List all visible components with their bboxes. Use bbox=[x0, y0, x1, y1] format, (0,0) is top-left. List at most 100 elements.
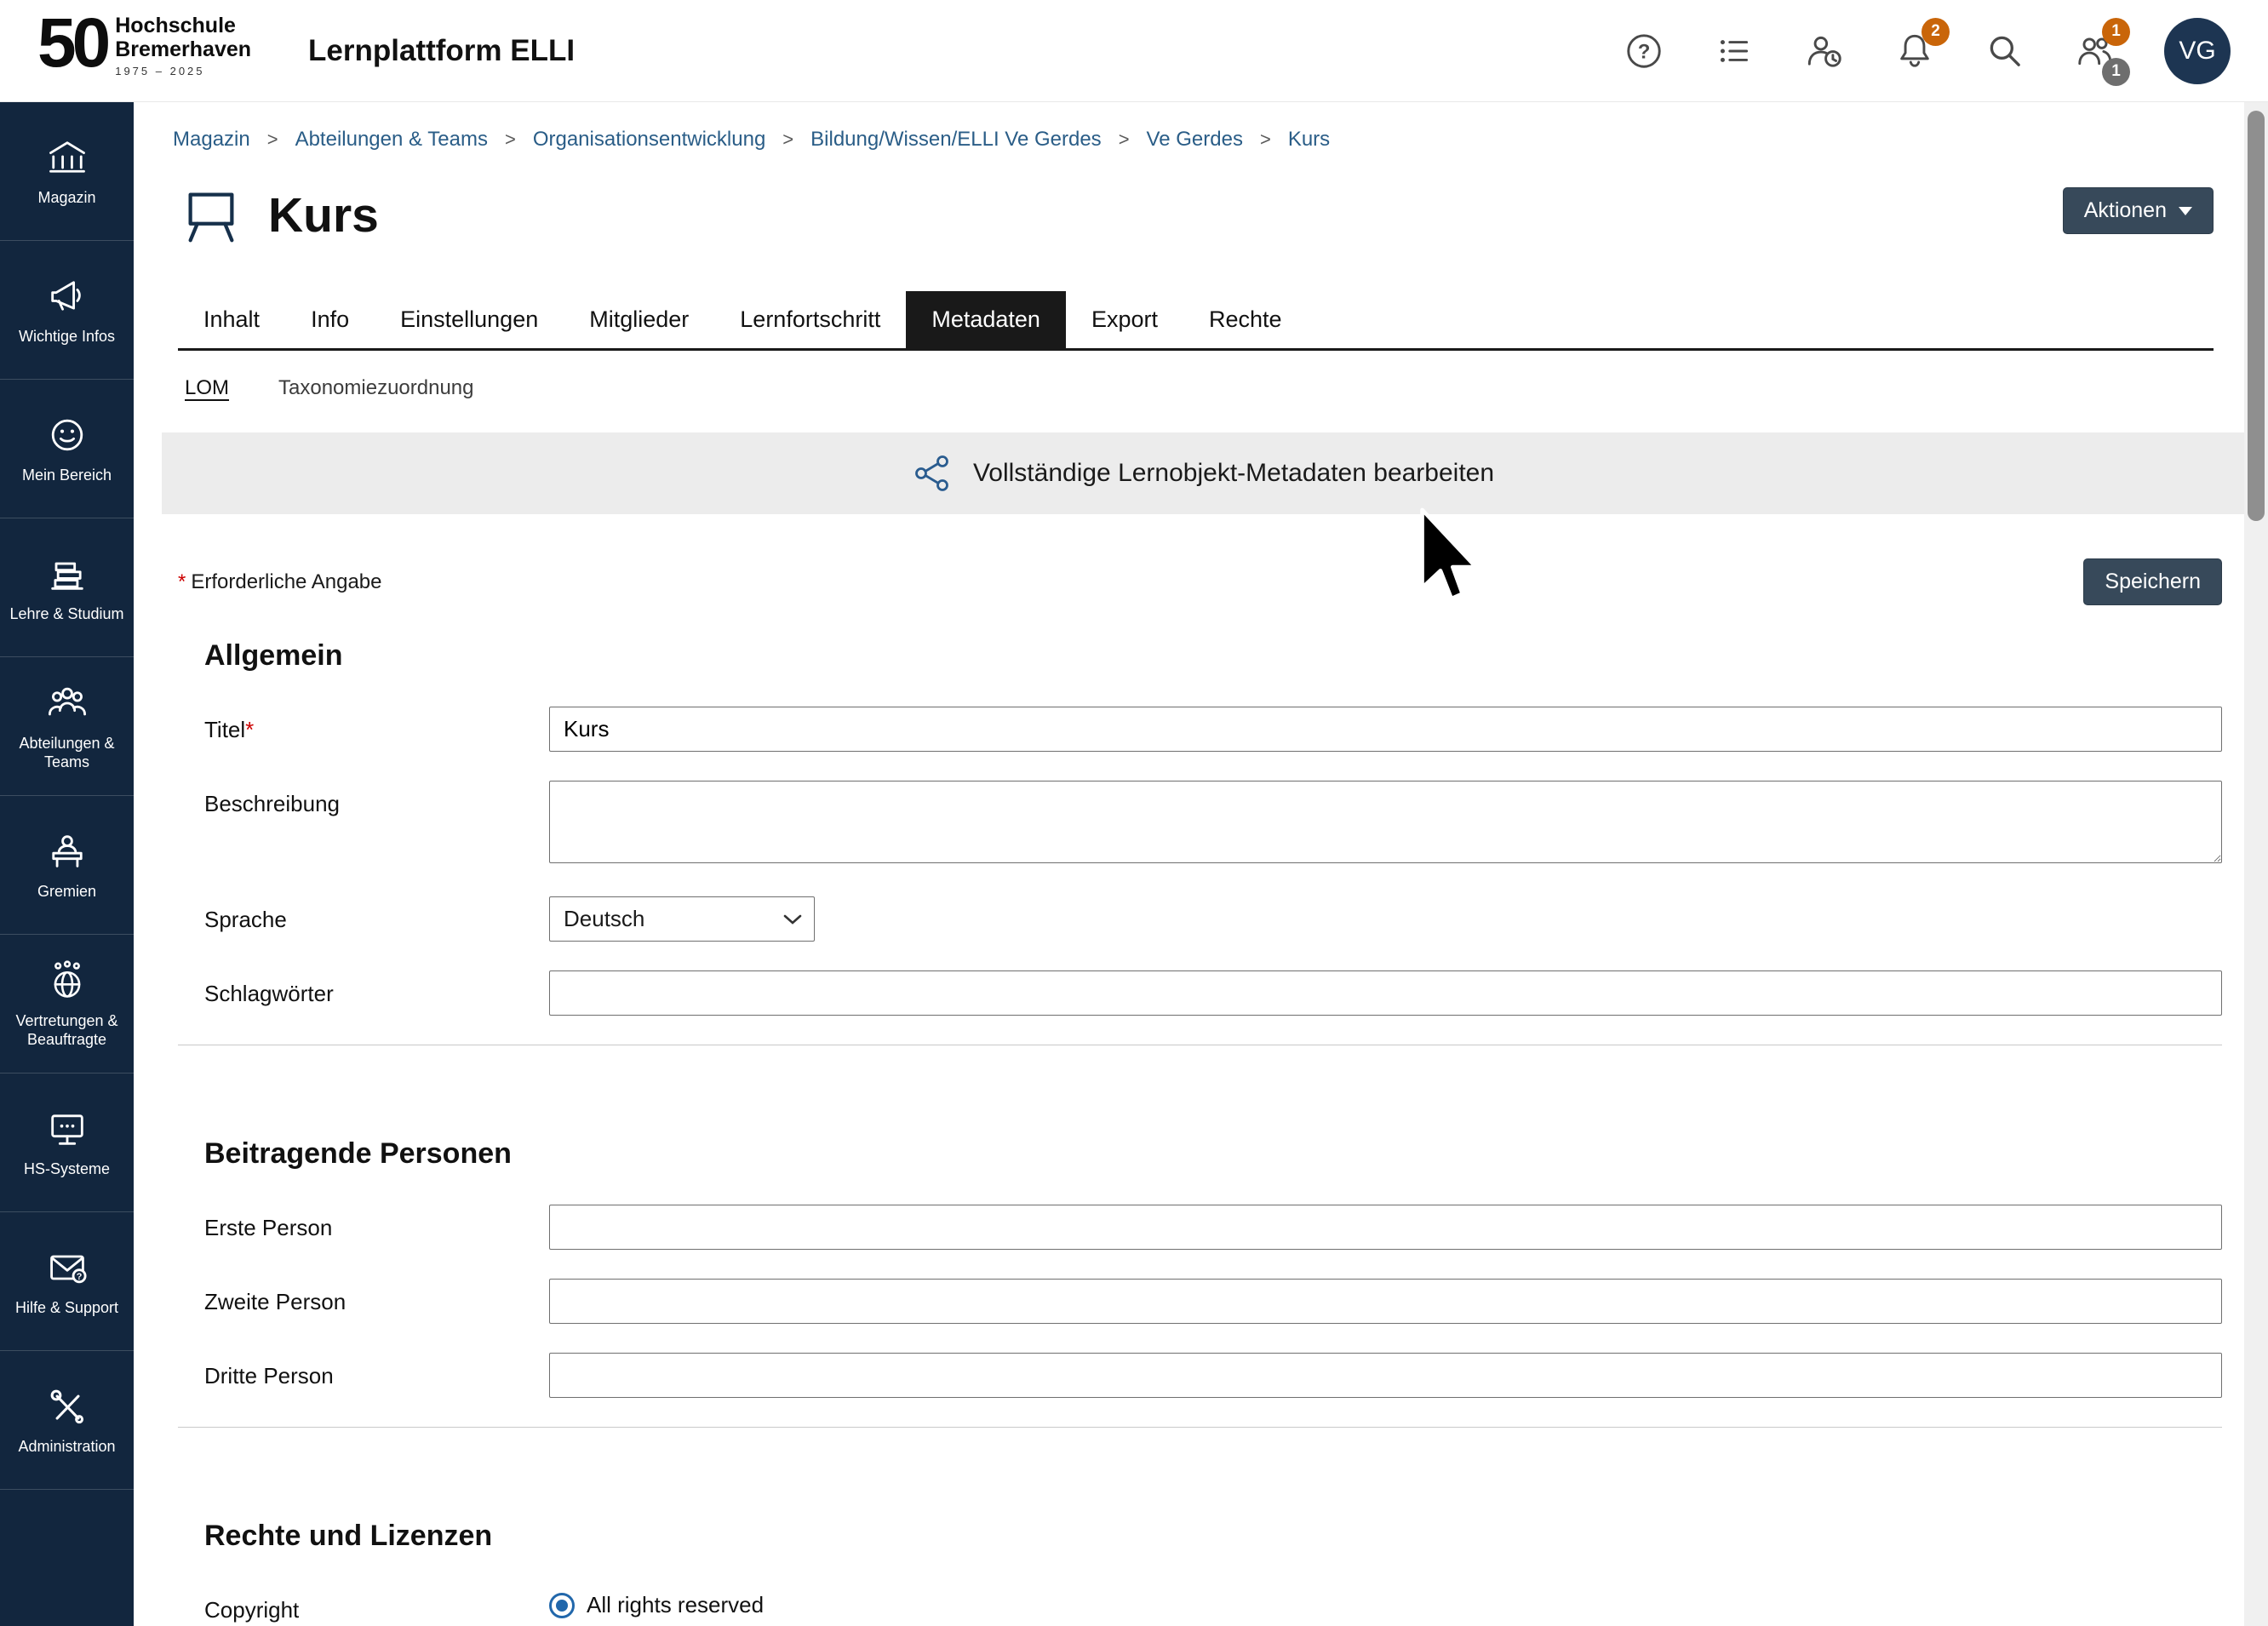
sidebar-item-label: Magazin bbox=[33, 188, 100, 208]
breadcrumb-item[interactable]: Bildung/Wissen/ELLI Ve Gerdes bbox=[810, 128, 1102, 152]
breadcrumb-separator: > bbox=[1260, 129, 1271, 151]
tab-export[interactable]: Export bbox=[1066, 291, 1183, 348]
user-clock-icon[interactable] bbox=[1803, 30, 1846, 72]
sidebar-item-label: Gremien bbox=[33, 882, 100, 902]
sidebar-item-gremien[interactable]: Gremien bbox=[0, 796, 134, 935]
sidebar-item-magazin[interactable]: Magazin bbox=[0, 102, 134, 241]
sidebar-item-label: Abteilungen & Teams bbox=[0, 734, 134, 772]
sidebar-item-label: Vertretungen & Beauftragte bbox=[0, 1011, 134, 1050]
beschreibung-textarea[interactable] bbox=[549, 781, 2222, 863]
hochschule-bremerhaven-logo[interactable]: 50 Hochschule Bremerhaven 1975 – 2025 bbox=[37, 9, 251, 78]
logo-years: 1975 – 2025 bbox=[115, 66, 251, 78]
sidebar-item-vertretungen-beauftragte[interactable]: Vertretungen & Beauftragte bbox=[0, 935, 134, 1074]
sidebar-item-hilfe-support[interactable]: ? Hilfe & Support bbox=[0, 1212, 134, 1351]
erste-person-input[interactable] bbox=[549, 1205, 2222, 1250]
tab-rechte[interactable]: Rechte bbox=[1183, 291, 1308, 348]
books-icon bbox=[45, 552, 89, 596]
course-board-icon bbox=[178, 182, 244, 249]
zweite-person-input[interactable] bbox=[549, 1279, 2222, 1324]
subtab-bar: LOM Taxonomiezuordnung bbox=[185, 376, 2244, 400]
notifications-badge: 2 bbox=[1922, 18, 1950, 46]
tab-lernfortschritt[interactable]: Lernfortschritt bbox=[714, 291, 906, 348]
form-row-dritte-person: Dritte Person bbox=[204, 1353, 2244, 1398]
titel-label: Titel* bbox=[204, 707, 549, 743]
section-heading-allgemein: Allgemein bbox=[204, 639, 2244, 673]
contacts-icon[interactable]: 1 1 bbox=[2074, 30, 2116, 72]
bank-icon bbox=[45, 135, 89, 180]
logo-name-line1: Hochschule bbox=[115, 14, 251, 37]
form-row-schlagwoerter: Schlagwörter bbox=[204, 970, 2244, 1016]
menu-list-icon[interactable] bbox=[1713, 30, 1755, 72]
search-icon[interactable] bbox=[1984, 30, 2026, 72]
tab-info[interactable]: Info bbox=[285, 291, 375, 348]
breadcrumb: Magazin > Abteilungen & Teams > Organisa… bbox=[173, 128, 2244, 152]
globe-icon bbox=[45, 959, 89, 1003]
breadcrumb-separator: > bbox=[267, 129, 278, 151]
chevron-down-icon bbox=[783, 913, 802, 925]
tab-metadaten[interactable]: Metadaten bbox=[906, 291, 1066, 348]
sidebar-item-hs-systeme[interactable]: HS-Systeme bbox=[0, 1074, 134, 1212]
header-icon-bar: ? bbox=[1623, 0, 2231, 101]
tab-mitglieder[interactable]: Mitglieder bbox=[564, 291, 714, 348]
app-title: Lernplattform ELLI bbox=[308, 34, 575, 68]
actions-button[interactable]: Aktionen bbox=[2063, 187, 2214, 234]
erste-person-label: Erste Person bbox=[204, 1205, 549, 1241]
help-icon[interactable]: ? bbox=[1623, 30, 1665, 72]
logo-text: Hochschule Bremerhaven 1975 – 2025 bbox=[115, 9, 251, 78]
top-header: 50 Hochschule Bremerhaven 1975 – 2025 Le… bbox=[0, 0, 2268, 102]
form-row-zweite-person: Zweite Person bbox=[204, 1279, 2244, 1324]
save-button[interactable]: Speichern bbox=[2083, 558, 2222, 605]
tab-bar: Inhalt Info Einstellungen Mitglieder Ler… bbox=[178, 291, 2214, 351]
page-title: Kurs bbox=[268, 187, 379, 243]
tab-einstellungen[interactable]: Einstellungen bbox=[375, 291, 564, 348]
sidebar: Magazin Wichtige Infos Me bbox=[0, 102, 134, 1626]
sidebar-item-wichtige-infos[interactable]: Wichtige Infos bbox=[0, 241, 134, 380]
metadata-banner-label: Vollständige Lernobjekt-Metadaten bearbe… bbox=[973, 459, 1494, 488]
sidebar-item-lehre-studium[interactable]: Lehre & Studium bbox=[0, 518, 134, 657]
breadcrumb-item[interactable]: Abteilungen & Teams bbox=[295, 128, 488, 152]
dritte-person-input[interactable] bbox=[549, 1353, 2222, 1398]
people-icon bbox=[45, 681, 89, 725]
sidebar-item-label: Hilfe & Support bbox=[11, 1298, 123, 1318]
required-note-text: Erforderliche Angabe bbox=[191, 570, 381, 593]
schlagwoerter-input[interactable] bbox=[549, 970, 2222, 1016]
subtab-taxonomiezuordnung[interactable]: Taxonomiezuordnung bbox=[278, 376, 474, 400]
metadata-banner-link[interactable]: Vollständige Lernobjekt-Metadaten bearbe… bbox=[162, 432, 2244, 514]
mail-icon: ? bbox=[45, 1245, 89, 1290]
sidebar-item-label: HS-Systeme bbox=[20, 1159, 114, 1179]
smiley-icon bbox=[45, 413, 89, 457]
sidebar-item-mein-bereich[interactable]: Mein Bereich bbox=[0, 380, 134, 518]
breadcrumb-item[interactable]: Organisationsentwicklung bbox=[533, 128, 765, 152]
sidebar-item-administration[interactable]: Administration bbox=[0, 1351, 134, 1490]
beschreibung-label: Beschreibung bbox=[204, 781, 549, 817]
tab-inhalt[interactable]: Inhalt bbox=[178, 291, 285, 348]
section-heading-rechte: Rechte und Lizenzen bbox=[204, 1520, 2244, 1553]
sidebar-item-abteilungen-teams[interactable]: Abteilungen & Teams bbox=[0, 657, 134, 796]
zweite-person-label: Zweite Person bbox=[204, 1279, 549, 1315]
form-row-erste-person: Erste Person bbox=[204, 1205, 2244, 1250]
subtab-lom[interactable]: LOM bbox=[185, 376, 229, 400]
breadcrumb-item[interactable]: Magazin bbox=[173, 128, 250, 152]
breadcrumb-item[interactable]: Ve Gerdes bbox=[1147, 128, 1243, 152]
sidebar-item-label: Administration bbox=[14, 1437, 119, 1457]
sprache-select[interactable]: Deutsch bbox=[549, 896, 815, 942]
avatar[interactable]: VG bbox=[2164, 18, 2231, 84]
sprache-select-value: Deutsch bbox=[564, 906, 644, 932]
required-asterisk: * bbox=[245, 717, 254, 742]
scrollbar-thumb[interactable] bbox=[2248, 111, 2265, 521]
copyright-radio[interactable] bbox=[549, 1593, 575, 1618]
page-title-row: Kurs Aktionen bbox=[178, 182, 2214, 249]
sprache-label: Sprache bbox=[204, 896, 549, 933]
logo-name-line2: Bremerhaven bbox=[115, 37, 251, 61]
form-row-beschreibung: Beschreibung bbox=[204, 781, 2244, 867]
scrollbar-track[interactable] bbox=[2244, 102, 2268, 1626]
megaphone-icon bbox=[45, 274, 89, 318]
titel-label-text: Titel bbox=[204, 717, 245, 742]
chevron-down-icon bbox=[2179, 207, 2192, 215]
breadcrumb-item[interactable]: Kurs bbox=[1288, 128, 1330, 152]
bell-icon[interactable]: 2 bbox=[1893, 30, 1936, 72]
sidebar-item-label: Lehre & Studium bbox=[5, 604, 128, 624]
section-divider bbox=[178, 1427, 2222, 1428]
titel-input[interactable] bbox=[549, 707, 2222, 752]
contacts-total-badge: 1 bbox=[2102, 58, 2130, 86]
